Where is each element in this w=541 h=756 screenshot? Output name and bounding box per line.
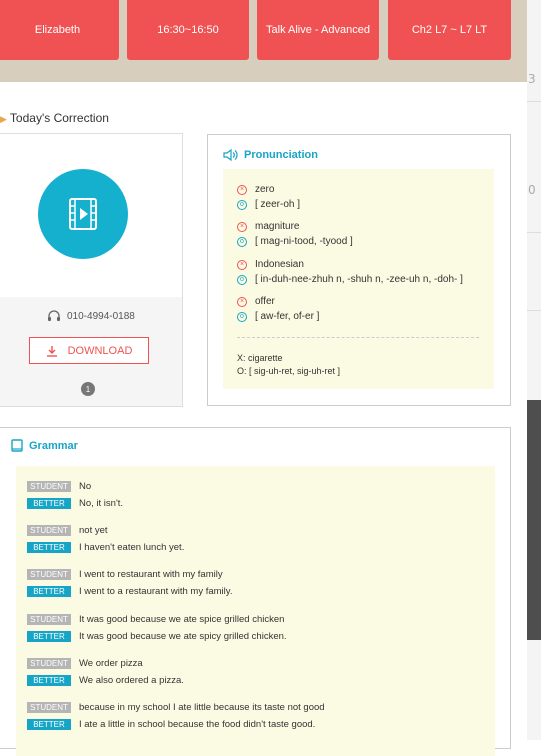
grammar-pair: STUDENT We order pizza BETTER We also orde… [27, 655, 184, 689]
play-video-button[interactable] [38, 169, 128, 259]
pronunciation-extra: X: cigarette O: [ sig-uh-ret, sig-uh-ret… [237, 352, 340, 378]
wrong-word: zero [255, 184, 275, 195]
edge-dark-region [527, 400, 541, 640]
adjacent-panel-edge: 3 0 [527, 0, 541, 740]
grammar-pair: STUDENT not yet BETTER I haven't eaten lun… [27, 522, 184, 556]
student-sentence: We order pizza [79, 658, 143, 669]
edge-divider [527, 310, 541, 311]
wrong-word: Indonesian [255, 259, 304, 270]
student-tag: STUDENT [27, 569, 71, 580]
edge-divider [527, 101, 541, 102]
extra-correct: O: [ sig-uh-ret, sig-uh-ret ] [237, 366, 341, 376]
student-sentence: I went to restaurant with my family [79, 569, 223, 580]
grammar-title: Grammar [29, 439, 78, 452]
student-sentence: not yet [79, 525, 108, 536]
better-tag: BETTER [27, 719, 71, 730]
better-sentence: I went to a restaurant with my family. [79, 586, 233, 597]
download-icon [46, 345, 57, 357]
pronunciation-item: × Indonesian o [ in-duh-nee-zhuh n, -shuh … [237, 257, 463, 287]
wrong-icon: × [237, 184, 247, 195]
grammar-heading: Grammar [11, 439, 78, 452]
better-tag: BETTER [27, 586, 71, 597]
pronunciation-item: × zero o [ zeer-oh ] [237, 182, 300, 212]
correct-pronunciation: [ mag-ni-tood, -tyood ] [255, 236, 353, 247]
lesson-info-bar: Elizabeth 16:30~16:50 Talk Alive - Advan… [0, 0, 527, 82]
course-badge: Talk Alive - Advanced [257, 0, 379, 60]
correct-pronunciation: [ aw-fer, of-er ] [255, 311, 320, 322]
video-file-icon [69, 198, 97, 230]
correct-icon: o [237, 236, 247, 247]
correct-icon: o [237, 199, 247, 210]
chapter-badge: Ch2 L7 ~ L7 LT [388, 0, 511, 60]
wrong-icon: × [237, 296, 247, 307]
extra-wrong: X: cigarette [237, 353, 283, 363]
lesson-video-card: 010-4994-0188 DOWNLOAD 1 [0, 133, 183, 407]
grammar-card: Grammar STUDENT No BETTER No, it isn't. ST… [0, 427, 511, 756]
correct-icon: o [237, 274, 247, 285]
grammar-pair: STUDENT because in my school I ate little… [27, 699, 325, 733]
pronunciation-card: Pronunciation × zero o [ zeer-oh ] × magnit… [207, 134, 511, 406]
student-sentence: It was good because we ate spice grilled… [79, 614, 285, 625]
wrong-icon: × [237, 259, 247, 270]
student-sentence: No [79, 481, 92, 492]
correct-pronunciation: [ zeer-oh ] [255, 199, 301, 210]
pronunciation-list: × zero o [ zeer-oh ] × magniture o [ mag-ni-… [223, 169, 494, 389]
better-sentence: I haven't eaten lunch yet. [79, 542, 185, 553]
better-tag: BETTER [27, 542, 71, 553]
edge-glyph: 0 [528, 183, 536, 197]
phone-number: 010-4994-0188 [67, 311, 135, 322]
better-sentence: We also ordered a pizza. [79, 675, 184, 686]
download-label: DOWNLOAD [67, 344, 133, 357]
edge-divider [527, 232, 541, 233]
section-heading: ▶ Today's Correction [0, 111, 109, 125]
chapter-name: Ch2 L7 ~ L7 LT [411, 24, 488, 36]
heading-arrow-icon: ▶ [0, 114, 7, 124]
tutor-name: Elizabeth [34, 24, 81, 36]
better-tag: BETTER [27, 675, 71, 686]
better-tag: BETTER [27, 498, 71, 509]
student-sentence: because in my school I ate little becaus… [79, 702, 325, 713]
pronunciation-heading: Pronunciation [223, 149, 318, 161]
lesson-time: 16:30~16:50 [157, 24, 219, 36]
course-name: Talk Alive - Advanced [266, 24, 370, 36]
grammar-pair: STUDENT No BETTER No, it isn't. [27, 478, 123, 512]
headset-icon [48, 310, 60, 321]
page-number: 1 [85, 384, 91, 394]
better-sentence: It was good because we ate spicy grilled… [79, 631, 287, 642]
wrong-word: magniture [255, 221, 300, 232]
wrong-word: offer [255, 296, 275, 307]
better-tag: BETTER [27, 631, 71, 642]
wrong-icon: × [237, 221, 247, 232]
correct-pronunciation: [ in-duh-nee-zhuh n, -shuh n, -zee-uh n,… [255, 274, 463, 285]
speaker-icon [223, 149, 238, 161]
student-tag: STUDENT [27, 525, 71, 536]
better-sentence: I ate a little in school because the foo… [79, 719, 316, 730]
grammar-pair: STUDENT It was good because we ate spice … [27, 611, 287, 645]
student-tag: STUDENT [27, 702, 71, 713]
phone-row: 010-4994-0188 [47, 310, 135, 323]
time-badge: 16:30~16:50 [127, 0, 249, 60]
page-badge[interactable]: 1 [81, 382, 95, 396]
pronunciation-item: × magniture o [ mag-ni-tood, -tyood ] [237, 219, 353, 249]
student-tag: STUDENT [27, 481, 71, 492]
student-tag: STUDENT [27, 658, 71, 669]
pronunciation-title: Pronunciation [244, 149, 318, 161]
tutor-badge: Elizabeth [0, 0, 119, 60]
pronunciation-item: × offer o [ aw-fer, of-er ] [237, 294, 319, 324]
section-title: Today's Correction [9, 111, 109, 125]
book-icon [11, 439, 23, 452]
grammar-list: STUDENT No BETTER No, it isn't. STUDENT not… [16, 466, 495, 756]
dashed-divider [237, 337, 479, 338]
download-button[interactable]: DOWNLOAD [29, 337, 149, 364]
grammar-pair: STUDENT I went to restaurant with my fami… [27, 566, 232, 600]
student-tag: STUDENT [27, 614, 71, 625]
edge-glyph: 3 [528, 72, 536, 86]
correct-icon: o [237, 311, 247, 322]
better-sentence: No, it isn't. [79, 498, 124, 509]
